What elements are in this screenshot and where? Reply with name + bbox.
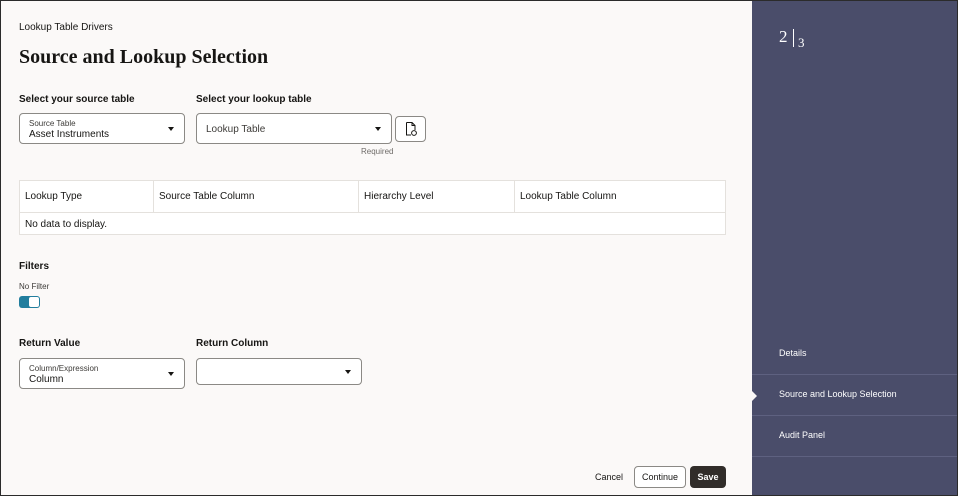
page-title: Source and Lookup Selection — [19, 46, 269, 68]
step-item-source-and-lookup-selection[interactable]: Source and Lookup Selection — [752, 375, 957, 416]
lookup-mapping-table: Lookup Type Source Table Column Hierarch… — [19, 180, 726, 235]
step-sidebar: 2 3 Details Source and Lookup Selection … — [752, 1, 957, 495]
lookup-table-select[interactable]: Lookup Table — [196, 113, 392, 144]
step-item-label: Audit Panel — [779, 430, 826, 440]
document-add-icon — [406, 122, 417, 136]
step-divider — [793, 29, 794, 47]
column-header-lookup-type[interactable]: Lookup Type — [20, 181, 153, 213]
column-header-lookup-table-column[interactable]: Lookup Table Column — [514, 181, 725, 213]
total-steps: 3 — [798, 35, 805, 50]
return-value-value: Column — [29, 374, 64, 385]
source-table-heading: Select your source table — [19, 94, 135, 105]
chevron-down-icon — [168, 127, 174, 131]
source-table-value: Asset Instruments — [29, 129, 110, 140]
add-lookup-table-button[interactable] — [395, 116, 426, 142]
column-header-source-table-column[interactable]: Source Table Column — [153, 181, 358, 213]
current-step: 2 — [779, 27, 788, 46]
active-step-marker — [752, 391, 757, 401]
filter-toggle[interactable] — [19, 296, 40, 308]
chevron-down-icon — [375, 127, 381, 131]
filters-heading: Filters — [19, 261, 50, 272]
return-column-heading: Return Column — [196, 338, 269, 349]
step-item-label: Source and Lookup Selection — [779, 389, 897, 399]
continue-button[interactable]: Continue — [634, 466, 686, 488]
breadcrumb[interactable]: Lookup Table Drivers — [19, 22, 113, 33]
step-item-details[interactable]: Details — [752, 334, 957, 375]
lookup-table-heading: Select your lookup table — [196, 94, 312, 105]
return-value-select[interactable]: Column/Expression Column — [19, 358, 185, 389]
column-header-hierarchy-level[interactable]: Hierarchy Level — [358, 181, 514, 213]
source-table-select[interactable]: Source Table Asset Instruments — [19, 113, 185, 144]
step-item-audit-panel[interactable]: Audit Panel — [752, 416, 957, 457]
step-item-label: Details — [779, 348, 807, 358]
empty-table-message: No data to display. — [25, 219, 108, 230]
table-header: Lookup Type Source Table Column Hierarch… — [20, 181, 725, 213]
toggle-knob — [29, 297, 39, 307]
lookup-table-placeholder: Lookup Table — [206, 124, 266, 135]
cancel-button[interactable]: Cancel — [587, 467, 631, 487]
return-value-heading: Return Value — [19, 338, 81, 349]
filter-toggle-label: No Filter — [19, 282, 50, 291]
main-panel: Lookup Table Drivers Source and Lookup S… — [1, 1, 752, 495]
chevron-down-icon — [168, 372, 174, 376]
return-value-field-label: Column/Expression — [29, 364, 99, 373]
required-hint: Required — [361, 147, 394, 156]
return-column-select[interactable] — [196, 358, 362, 385]
source-table-field-label: Source Table — [29, 119, 76, 128]
window-frame: Lookup Table Drivers Source and Lookup S… — [0, 0, 958, 496]
chevron-down-icon — [345, 370, 351, 374]
save-button[interactable]: Save — [690, 466, 726, 488]
